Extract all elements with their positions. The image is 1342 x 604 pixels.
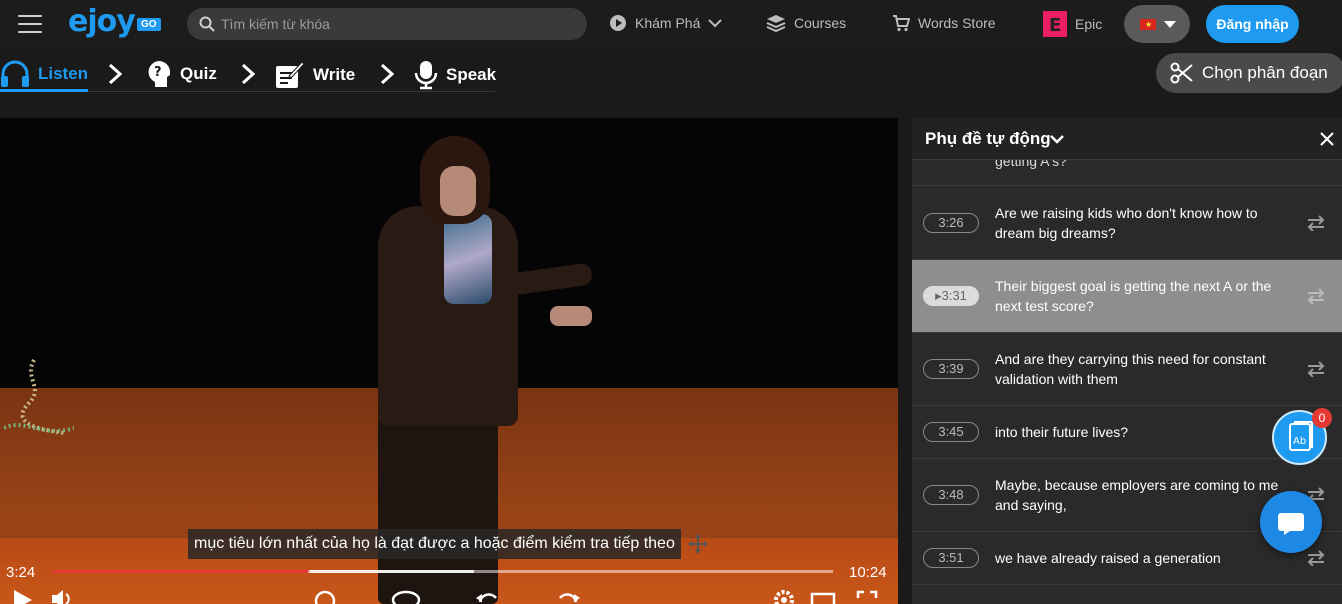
speaker-hand [550,306,592,326]
timestamp-badge[interactable]: 3:51 [923,548,979,568]
step-listen[interactable]: Listen [0,60,88,88]
chevron-right-icon [241,63,255,85]
logo[interactable]: ejoy [68,4,136,39]
chevron-down-icon [708,19,723,28]
nav-words-store[interactable]: Words Store [892,14,996,32]
transcript-row-text: And are they carrying this need for cons… [995,351,1266,387]
search-icon [199,16,215,32]
video-player[interactable]: mục tiêu lớn nhất của họ là đạt được a h… [0,118,898,604]
learning-steps: Listen ? Quiz Write Speak [0,52,496,92]
step-speak-label: Speak [446,65,497,84]
cart-icon [893,15,910,32]
choose-segment-button[interactable]: Chọn phân đoạn [1156,53,1342,93]
transcript-row[interactable]: 3:26 Are we raising kids who don't know … [912,187,1342,260]
step-quiz-label: Quiz [180,64,217,83]
caret-down-icon [1164,21,1176,28]
total-time: 10:24 [849,564,887,581]
active-step-indicator [0,89,88,92]
repeat-icon[interactable] [1307,288,1325,304]
repeat-icon[interactable] [1307,215,1325,231]
nav-courses[interactable]: Courses [766,14,846,32]
svg-text:?: ? [154,65,162,80]
current-time: 3:24 [6,564,36,581]
timestamp-badge[interactable]: 3:45 [923,422,979,442]
chevron-right-icon [380,63,394,85]
timestamp-badge[interactable]: ▸3:31 [923,286,979,306]
chevron-down-icon[interactable] [1049,133,1065,145]
chat-fab[interactable] [1260,491,1322,553]
loop-icon[interactable] [390,588,422,604]
nav-epic-label: Epic [1075,16,1103,32]
progress-bar[interactable] [53,570,833,573]
video-subtitle[interactable]: mục tiêu lớn nhất của họ là đạt được a h… [188,529,681,559]
transcript-row-text: into their future lives? [995,424,1129,440]
forward-icon[interactable] [554,588,582,604]
nav-explore[interactable]: Khám Phá [609,14,723,32]
search-input[interactable] [221,8,576,40]
theater-mode-icon[interactable] [810,588,836,604]
timestamp-badge[interactable]: 3:48 [923,485,979,505]
notification-badge: 0 [1312,408,1332,428]
play-icon[interactable] [12,588,34,604]
transcript-row-active[interactable]: ▸3:31 Their biggest goal is getting the … [912,260,1342,333]
transcript-row-text: Maybe, because employers are coming to m… [995,477,1279,513]
rewind-icon[interactable] [474,588,502,604]
speaker-face [440,166,476,216]
transcript-header: Phụ đề tự động [912,118,1342,160]
layers-icon [766,15,786,32]
timestamp-badge[interactable]: 3:39 [923,359,979,379]
timestamp-badge[interactable]: 3:26 [923,213,979,233]
step-listen-label: Listen [38,64,89,83]
progress-buffer [310,570,475,573]
step-write[interactable]: Write [275,60,355,90]
login-button[interactable]: Đăng nhập [1206,5,1299,43]
progress-played [53,570,309,573]
transcript-row-text: we have already raised a generation [995,550,1221,566]
settings-speed-icon[interactable] [312,588,338,604]
speaker-arm [508,262,594,296]
epic-logo-icon: E [1043,11,1067,37]
transcript-title[interactable]: Phụ đề tự động [925,129,1051,149]
nav-words-store-label: Words Store [918,15,996,31]
nav-epic[interactable]: E Epic [1043,11,1102,37]
repeat-icon[interactable] [1307,361,1325,377]
step-quiz[interactable]: ? Quiz [146,60,217,88]
step-speak[interactable]: Speak [414,60,496,90]
transcript-row[interactable]: 3:39 And are they carrying this need for… [912,333,1342,406]
logo-badge: GO [137,18,161,31]
nav-courses-label: Courses [794,15,847,31]
svg-text:E: E [1049,15,1061,36]
microphone-icon [414,61,438,90]
speaker-scarf [444,214,492,304]
volume-icon[interactable] [50,588,74,604]
gear-icon[interactable] [772,588,796,604]
stage-prop-image [4,359,74,435]
step-write-label: Write [313,65,356,84]
close-icon[interactable] [1320,132,1334,146]
play-circle-icon [610,15,626,31]
headphones-icon [1,60,29,87]
search-bar [187,8,587,40]
chat-bubble-icon [1278,513,1304,535]
write-icon [276,61,305,88]
top-navbar: ejoy GO Khám Phá Courses Words Store E E… [0,0,1342,50]
quiz-head-icon: ? [148,61,170,87]
nav-explore-label: Khám Phá [635,15,701,31]
hamburger-menu-icon[interactable] [18,15,42,33]
dictionary-label: Ab [1293,436,1306,447]
chevron-right-icon [108,63,122,85]
choose-segment-label: Chọn phân đoạn [1202,63,1328,82]
fullscreen-icon[interactable] [856,588,878,604]
timestamp-label: 3:31 [941,288,967,303]
drag-move-icon[interactable] [688,534,708,554]
speaker-figure-skirt [378,418,498,604]
language-selector[interactable]: ★ [1124,5,1190,43]
vietnam-flag-icon: ★ [1140,19,1156,30]
transcript-row-text: Their biggest goal is getting the next A… [995,278,1272,314]
scissors-icon [1170,62,1193,84]
transcript-row-text: Are we raising kids who don't know how t… [995,205,1258,241]
